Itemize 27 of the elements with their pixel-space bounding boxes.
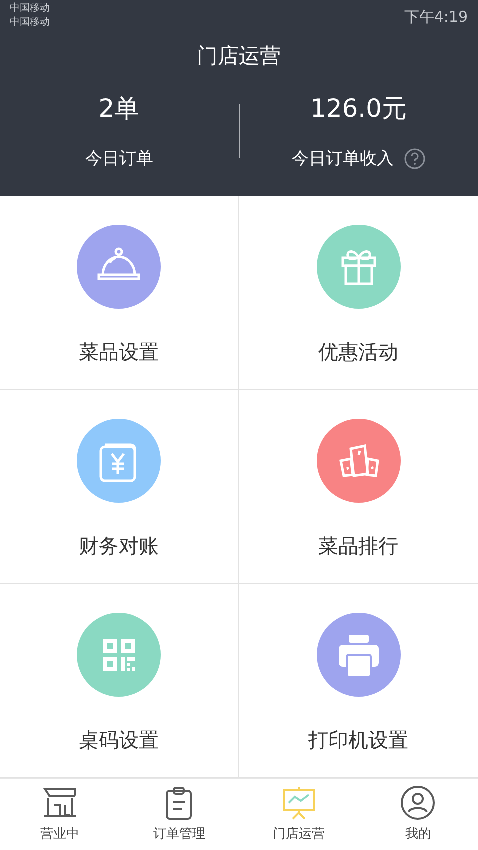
menu-tile[interactable]: 财务对账 [0,390,239,584]
tile-label: 财务对账 [79,533,159,560]
carrier-name: 中国移动 [10,16,50,30]
menu-tile[interactable]: 菜品排行 [239,390,478,584]
menu-tile[interactable]: 菜品设置 [0,196,239,390]
carrier-name: 中国移动 [10,2,50,16]
tab-item[interactable]: 我的 [358,779,478,850]
chart-board-icon [280,785,317,821]
menu-tile[interactable]: 打印机设置 [239,584,478,778]
tab-item[interactable]: 门店运营 [239,779,358,850]
stat-value: 2单 [98,93,140,125]
tab-item[interactable]: 订单管理 [120,779,239,850]
tab-item[interactable]: 营业中 [0,779,120,850]
stat-label: 今日订单 [85,148,154,170]
tile-label: 菜品设置 [79,339,159,366]
status-time: 下午4:19 [404,7,468,28]
tile-label: 桌码设置 [79,727,159,754]
help-icon[interactable] [404,148,426,170]
tile-label: 优惠活动 [318,339,398,366]
stat-value: 126.0元 [310,93,408,125]
page-title: 门店运营 [196,43,282,70]
tile-label: 菜品排行 [318,533,398,560]
tile-label: 打印机设置 [308,727,408,754]
user-icon [400,785,436,821]
menu-tile[interactable]: 桌码设置 [0,584,239,778]
stat-label: 今日订单收入 [292,148,394,170]
menu-tile[interactable]: 优惠活动 [239,196,478,390]
